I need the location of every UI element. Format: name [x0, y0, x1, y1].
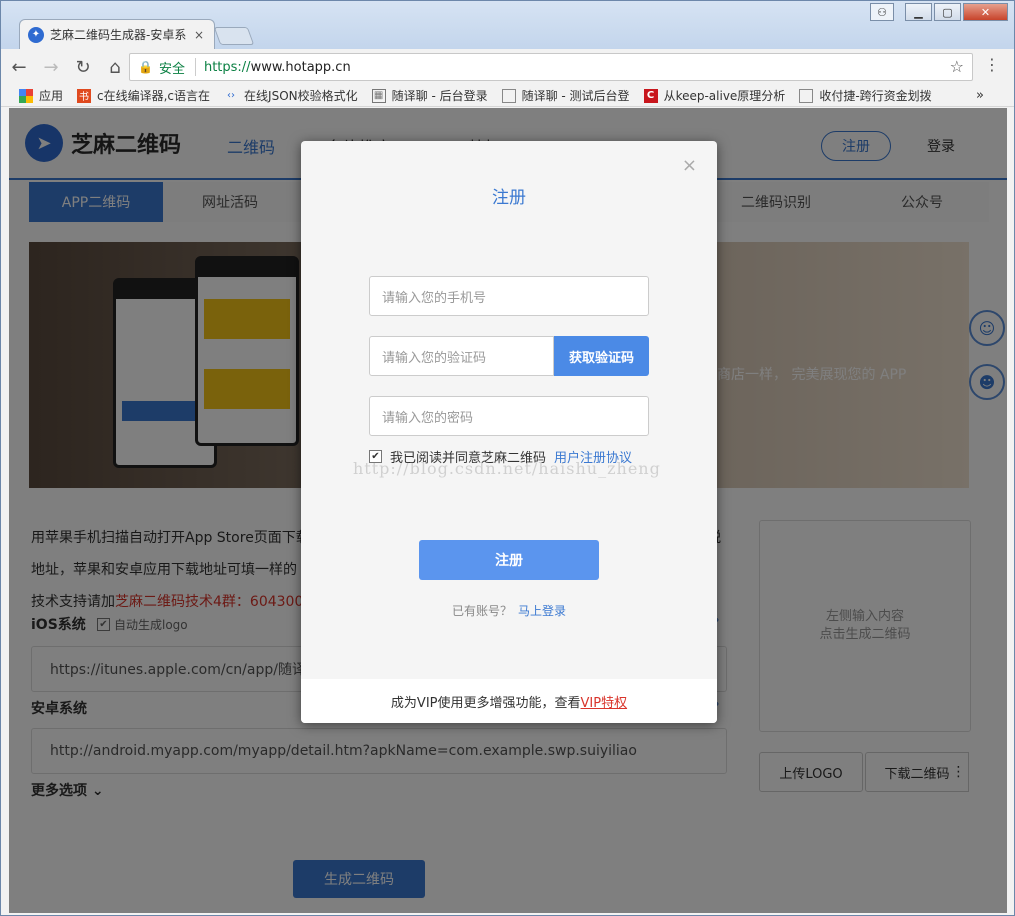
tab-title: 芝麻二维码生成器-安卓系 — [50, 28, 187, 42]
window-close-button[interactable]: ✕ — [963, 3, 1008, 21]
get-code-button[interactable]: 获取验证码 — [554, 336, 649, 376]
bookmark-star-icon[interactable]: ☆ — [950, 57, 964, 76]
have-account-row: 已有账号？ 马上登录 — [301, 602, 717, 619]
title-bar: ✦ 芝麻二维码生成器-安卓系 × ⚇ ▁ ▢ ✕ — [1, 1, 1014, 49]
bookmark-label: 随译聊 - 测试后台登 — [521, 89, 630, 103]
register-modal: × 注册 请输入您的手机号 请输入您的验证码 获取验证码 请输入您的密码 ✔ 我… — [301, 141, 717, 723]
bookmark-label: 应用 — [39, 89, 64, 103]
password-input[interactable]: 请输入您的密码 — [369, 396, 649, 436]
bookmark-label: 收付捷-跨行资金划拨 — [819, 89, 932, 103]
browser-tab[interactable]: ✦ 芝麻二维码生成器-安卓系 × — [19, 19, 215, 49]
browser-window: ✦ 芝麻二维码生成器-安卓系 × ⚇ ▁ ▢ ✕ ← → ↻ ⌂ 🔒 安全 ht… — [0, 0, 1015, 916]
minimize-button[interactable]: ▁ — [905, 3, 932, 21]
vip-link[interactable]: VIP特权 — [581, 692, 628, 711]
bookmark-label: 从keep-alive原理分析 — [663, 89, 786, 103]
register-submit-button[interactable]: 注册 — [419, 540, 599, 580]
forward-icon[interactable]: → — [37, 53, 65, 81]
bookmark-label: 在线JSON校验格式化 — [244, 89, 358, 103]
divider — [194, 58, 196, 76]
vip-promo-text: 成为VIP使用更多增强功能，查看 — [390, 695, 581, 711]
bookmark-label: 随译聊 - 后台登录 — [391, 89, 488, 103]
bookmark-compiler[interactable]: 书 c在线编译器,c语言在 — [77, 87, 210, 104]
bookmark-payment[interactable]: 收付捷-跨行资金划拨 — [799, 87, 932, 104]
image-icon: ▦ — [371, 88, 386, 103]
phone-input[interactable]: 请输入您的手机号 — [369, 276, 649, 316]
modal-footer: 成为VIP使用更多增强功能，查看 VIP特权 — [301, 679, 717, 723]
modal-title: 注册 — [492, 188, 526, 208]
tab-close-icon[interactable]: × — [192, 28, 206, 42]
back-icon[interactable]: ← — [5, 53, 33, 81]
new-tab-button[interactable] — [213, 27, 255, 45]
browser-menu-icon[interactable]: ⋮ — [984, 57, 1000, 73]
page-icon — [799, 88, 814, 103]
apps-grid-icon — [19, 88, 33, 103]
close-icon[interactable]: × — [682, 155, 697, 176]
url-scheme: https:// — [203, 59, 251, 75]
compiler-icon: 书 — [77, 88, 92, 103]
bookmark-apps[interactable]: 应用 — [19, 87, 63, 104]
secure-label: 安全 — [158, 61, 185, 77]
site-favicon-icon: ✦ — [28, 26, 44, 43]
json-icon: ‹› — [227, 90, 236, 101]
lock-icon: 🔒 — [138, 60, 153, 74]
user-profile-icon[interactable]: ⚇ — [870, 3, 894, 21]
bookmark-label: c在线编译器,c语言在 — [97, 89, 211, 103]
address-bar[interactable]: 🔒 安全 https:// www.hotapp.cn ☆ — [129, 53, 973, 81]
bookmark-json[interactable]: ‹› 在线JSON校验格式化 — [224, 87, 358, 104]
bookmark-test-admin[interactable]: 随译聊 - 测试后台登 — [501, 87, 630, 104]
bookmarks-bar: 应用 书 c在线编译器,c语言在 ‹› 在线JSON校验格式化 ▦ 随译聊 - … — [1, 85, 1014, 107]
verification-code-input[interactable]: 请输入您的验证码 — [369, 336, 554, 376]
url-host: www.hotapp.cn — [250, 59, 351, 75]
bookmark-admin-login[interactable]: ▦ 随译聊 - 后台登录 — [371, 87, 488, 104]
login-now-link[interactable]: 马上登录 — [518, 604, 566, 618]
bookmark-keepalive[interactable]: C 从keep-alive原理分析 — [643, 87, 786, 104]
watermark: http://blog.csdn.net/haishu_zheng — [353, 459, 661, 478]
c-logo-icon: C — [643, 88, 658, 103]
bookmarks-overflow-icon[interactable]: » — [976, 88, 984, 103]
browser-toolbar: ← → ↻ ⌂ 🔒 安全 https:// www.hotapp.cn ☆ ⋮ — [1, 49, 1014, 85]
have-account-text: 已有账号？ — [451, 604, 512, 618]
page-icon — [501, 88, 516, 103]
maximize-button[interactable]: ▢ — [934, 3, 961, 21]
reload-icon[interactable]: ↻ — [69, 53, 97, 81]
home-icon[interactable]: ⌂ — [101, 53, 129, 81]
